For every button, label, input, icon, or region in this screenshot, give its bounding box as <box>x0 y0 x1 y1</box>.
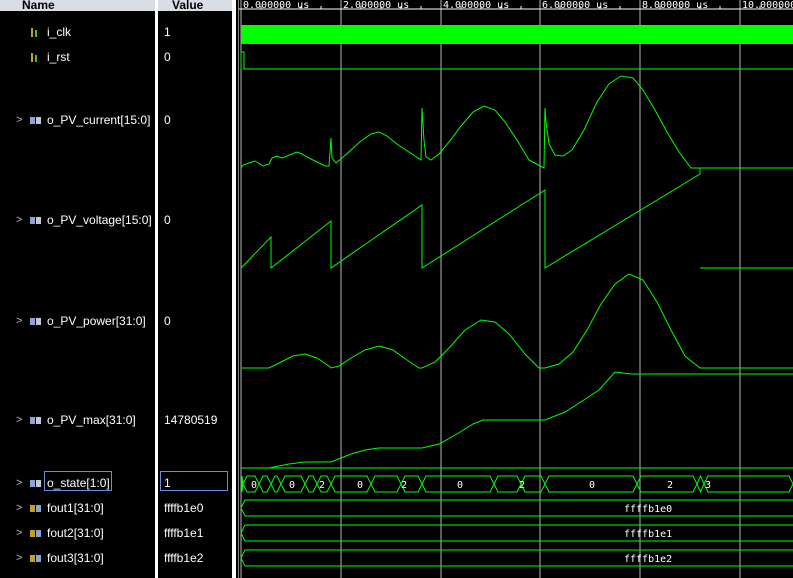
time-tick-label: 6.000000 us <box>542 0 608 11</box>
signal-name: fout3[31:0] <box>47 551 104 565</box>
expand-chevron-icon[interactable]: > <box>16 548 22 568</box>
signal-row-i_clk[interactable]: i_clk 1 <box>0 22 236 42</box>
signal-name: i_clk <box>47 25 72 39</box>
bus-segment <box>304 475 318 493</box>
expand-chevron-icon[interactable]: > <box>16 498 22 518</box>
signal-value: 0 <box>164 213 171 227</box>
signal-value: ffffb1e0 <box>164 501 204 515</box>
waveform-o_PV_max[interactable] <box>241 371 793 469</box>
expand-chevron-icon[interactable]: > <box>16 210 22 230</box>
expand-chevron-icon[interactable]: > <box>16 110 22 130</box>
bus-signal-icon <box>30 480 41 487</box>
signal-row-o_PV_max[interactable]: > o_PV_max[31:0] 14780519 <box>0 410 236 430</box>
bit-signal-icon <box>31 28 37 37</box>
bus-value-label: ffffb1e2 <box>624 554 672 565</box>
bus-segment <box>493 475 522 493</box>
bus-segment <box>330 475 372 493</box>
name-column-header[interactable]: Name <box>0 0 155 11</box>
bus-value-label: 0 <box>457 480 463 491</box>
time-tick-label: 2.000000 us <box>343 0 409 11</box>
bus-segment <box>270 475 282 493</box>
bus-value-label: 0 <box>289 480 295 491</box>
signal-value: 0 <box>164 50 171 64</box>
bus-value-label: 2 <box>319 480 325 491</box>
signal-row-o_state[interactable]: > o_state[1:0] 1 <box>0 471 236 493</box>
bus-value-label: 2 <box>667 480 673 491</box>
bus-signal-icon <box>30 505 41 512</box>
bus-signal-icon <box>30 318 41 325</box>
waveform-o_PV_current[interactable] <box>240 75 793 169</box>
signal-value: 1 <box>164 25 171 39</box>
bus-value-label: 3 <box>705 480 711 491</box>
waveform-o_PV_voltage[interactable] <box>240 168 793 270</box>
signal-name: fout1[31:0] <box>47 501 104 515</box>
time-tick-label: 8.000000 us <box>642 0 708 11</box>
waveform-fout3[interactable]: ffffb1e2 <box>240 549 793 567</box>
signal-value: 0 <box>164 113 171 127</box>
time-tick-label: 0.000000 us <box>243 0 309 11</box>
bus-segment <box>696 474 705 494</box>
bus-signal-icon <box>30 417 41 424</box>
expand-chevron-icon[interactable]: > <box>16 523 22 543</box>
bus-value-label: 0 <box>251 480 257 491</box>
bit-signal-icon <box>31 53 37 62</box>
signal-name: i_rst <box>47 50 70 64</box>
time-tick-label: 4.000000 us <box>443 0 509 11</box>
signal-value: 0 <box>164 314 171 328</box>
bus-signal-icon <box>30 117 41 124</box>
bus-value-label: 0 <box>589 480 595 491</box>
signal-value: ffffb1e1 <box>164 526 204 540</box>
signal-value: ffffb1e2 <box>164 551 204 565</box>
signal-name: o_PV_current[15:0] <box>47 113 151 127</box>
bus-segment <box>370 475 402 493</box>
signal-name: o_PV_power[31:0] <box>47 314 146 328</box>
bus-value-label: ffffb1e1 <box>624 529 672 540</box>
waveform-i_rst[interactable] <box>240 51 793 70</box>
bus-value-label: ffffb1e0 <box>624 504 672 515</box>
bus-value-label: 0 <box>357 480 363 491</box>
expand-chevron-icon[interactable]: > <box>16 410 22 430</box>
bus-segment <box>703 475 793 493</box>
signal-name: o_PV_voltage[15:0] <box>47 213 152 227</box>
signal-name: fout2[31:0] <box>47 526 104 540</box>
time-ruler: 0.000000 us 2.000000 us 4.000000 us 6.00000… <box>239 0 793 11</box>
expand-chevron-icon[interactable]: > <box>16 311 22 331</box>
bus-signal-icon <box>30 530 41 537</box>
signal-row-o_PV_power[interactable]: > o_PV_power[31:0] 0 <box>0 311 236 331</box>
bus-value-label: 2 <box>519 480 525 491</box>
signal-value: 1 <box>164 476 171 490</box>
signal-name: o_PV_max[31:0] <box>47 413 136 427</box>
waveform-o_state[interactable]: 0 0 2 0 2 0 2 0 2 3 <box>240 474 793 494</box>
expand-chevron-icon[interactable]: > <box>16 473 22 493</box>
signal-value: 14780519 <box>164 413 218 427</box>
bus-signal-icon <box>30 555 41 562</box>
waveform-i_clk[interactable] <box>241 25 793 44</box>
waveform-fout1[interactable]: ffffb1e0 <box>240 499 793 517</box>
signal-row-fout1[interactable]: > fout1[31:0] ffffb1e0 <box>0 498 236 518</box>
signal-row-o_PV_voltage[interactable]: > o_PV_voltage[15:0] 0 <box>0 210 236 230</box>
signal-row-fout3[interactable]: > fout3[31:0] ffffb1e2 <box>0 548 236 568</box>
waveform-o_PV_power[interactable] <box>241 273 793 369</box>
waveform-canvas[interactable]: 0.000000 us 2.000000 us 4.000000 us 6.00000… <box>239 0 793 578</box>
bus-segment <box>258 475 272 493</box>
signal-name: o_state[1:0] <box>47 476 110 490</box>
signal-row-i_rst[interactable]: i_rst 0 <box>0 47 236 67</box>
bus-signal-icon <box>30 217 41 224</box>
value-column-header[interactable]: Value <box>158 0 232 11</box>
signal-row-fout2[interactable]: > fout2[31:0] ffffb1e1 <box>0 523 236 543</box>
time-tick-label: 10.000000 us <box>742 0 793 11</box>
waveform-fout2[interactable]: ffffb1e1 <box>240 524 793 542</box>
bus-value-label: 2 <box>401 480 407 491</box>
signal-row-o_PV_current[interactable]: > o_PV_current[15:0] 0 <box>0 110 236 130</box>
